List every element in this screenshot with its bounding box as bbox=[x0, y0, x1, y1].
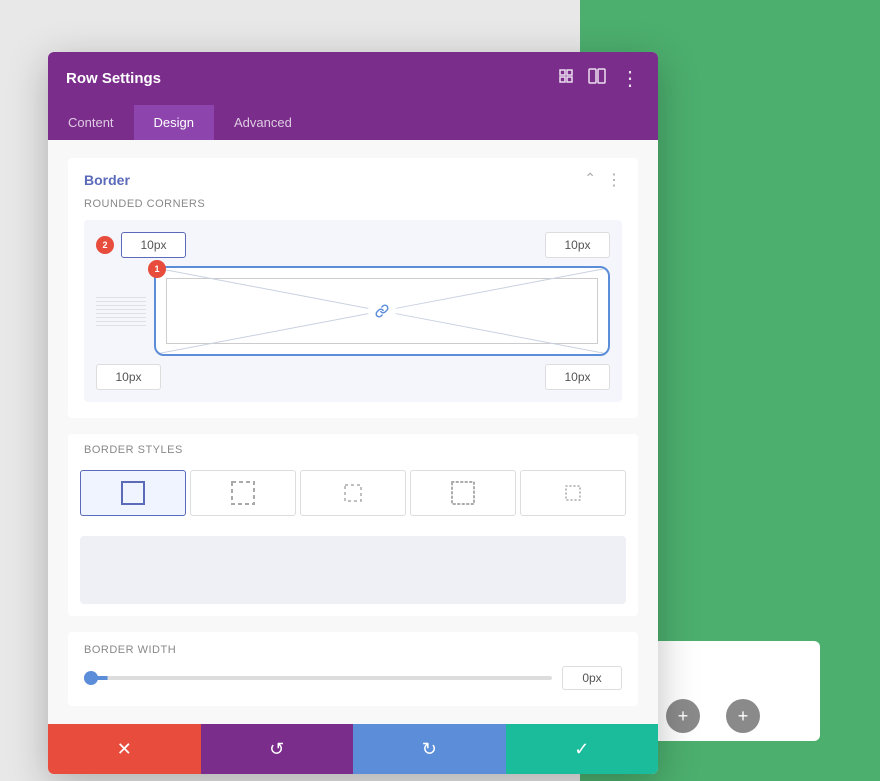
more-vertical-icon[interactable]: ⋮ bbox=[620, 66, 640, 91]
tab-advanced[interactable]: Advanced bbox=[214, 105, 312, 140]
link-chain-icon[interactable] bbox=[368, 297, 396, 325]
rounded-corners-content: Rounded Corners 2 bbox=[68, 198, 638, 418]
corner-bottom-left-input[interactable] bbox=[96, 364, 161, 390]
border-style-dashed-outer[interactable] bbox=[190, 470, 296, 516]
border-section-header: Border ⌃ ⋮ bbox=[68, 158, 638, 198]
border-width-label: Border Width bbox=[84, 644, 622, 656]
corners-preview-box: 1 bbox=[154, 266, 610, 356]
columns-icon[interactable] bbox=[588, 68, 606, 89]
cancel-button[interactable]: ✕ bbox=[48, 724, 201, 774]
plus-button-2[interactable]: + bbox=[726, 699, 760, 733]
undo-button[interactable]: ↺ bbox=[201, 724, 354, 774]
expand-icon[interactable] bbox=[558, 68, 574, 89]
border-style-solid[interactable] bbox=[80, 470, 186, 516]
border-width-value-input[interactable] bbox=[562, 666, 622, 690]
collapse-icon[interactable]: ⌃ bbox=[584, 170, 596, 190]
panel-header: Row Settings ⋮ bbox=[48, 52, 658, 105]
panel-body: Border ⌃ ⋮ Rounded Corners 2 bbox=[48, 140, 658, 724]
redo-button[interactable]: ↻ bbox=[353, 724, 506, 774]
border-width-range-row bbox=[84, 666, 622, 690]
section-more-icon[interactable]: ⋮ bbox=[606, 170, 622, 190]
border-style-preview-wrapper bbox=[68, 528, 638, 616]
corner-bottom-right-input[interactable] bbox=[545, 364, 610, 390]
corner-top-left-input[interactable] bbox=[121, 232, 186, 258]
header-icons-group: ⋮ bbox=[558, 66, 640, 91]
tabs-bar: Content Design Advanced bbox=[48, 105, 658, 140]
border-styles-label: Border Styles bbox=[84, 444, 183, 456]
tab-design[interactable]: Design bbox=[134, 105, 214, 140]
panel-title: Row Settings bbox=[66, 70, 161, 87]
border-width-section: Border Width bbox=[68, 632, 638, 706]
border-style-dashed-inner[interactable] bbox=[300, 470, 406, 516]
border-style-dotted-outer[interactable] bbox=[410, 470, 516, 516]
badge-2: 2 bbox=[96, 236, 114, 254]
border-style-dotted-inner[interactable] bbox=[520, 470, 626, 516]
hatched-area-left bbox=[96, 296, 146, 326]
section-controls: ⌃ ⋮ bbox=[584, 170, 622, 190]
border-styles-section: Border Styles bbox=[68, 434, 638, 616]
panel-footer: ✕ ↺ ↻ ✓ bbox=[48, 724, 658, 774]
border-width-slider[interactable] bbox=[84, 676, 552, 680]
border-styles-grid bbox=[68, 462, 638, 528]
border-section-title: Border bbox=[84, 172, 130, 188]
rounded-corners-label: Rounded Corners bbox=[84, 198, 622, 210]
border-style-preview bbox=[80, 536, 626, 604]
corner-top-right-input[interactable] bbox=[545, 232, 610, 258]
border-section: Border ⌃ ⋮ Rounded Corners 2 bbox=[68, 158, 638, 418]
badge-1: 1 bbox=[148, 260, 166, 278]
border-styles-header: Border Styles bbox=[68, 434, 638, 462]
tab-content[interactable]: Content bbox=[48, 105, 134, 140]
save-button[interactable]: ✓ bbox=[506, 724, 659, 774]
row-settings-panel: Row Settings ⋮ Content bbox=[48, 52, 658, 774]
plus-button-1[interactable]: + bbox=[666, 699, 700, 733]
